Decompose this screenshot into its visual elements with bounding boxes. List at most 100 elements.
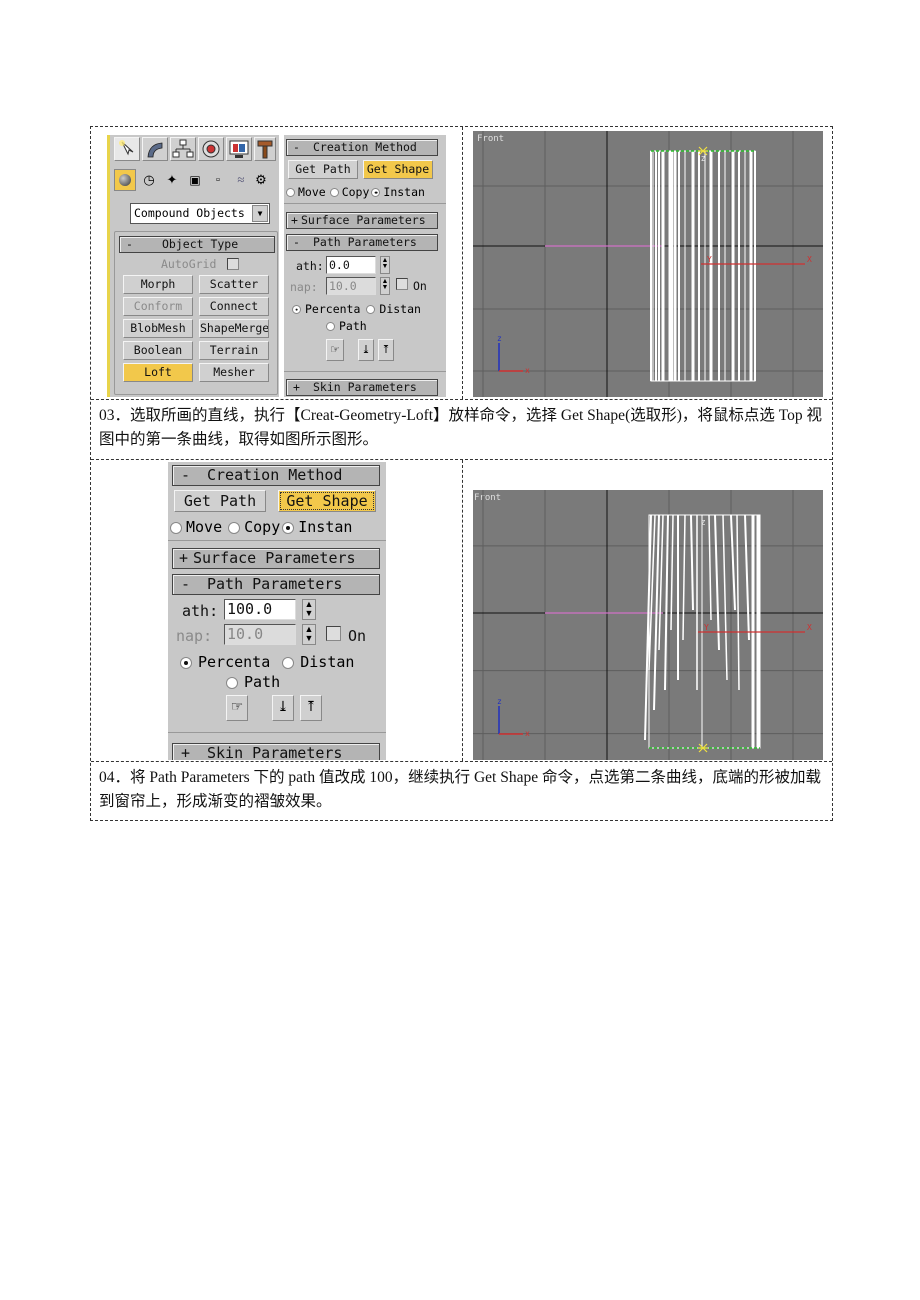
copy-label: Copy <box>341 185 370 199</box>
curtain-strand <box>730 514 736 611</box>
pick-shape-button[interactable]: ☞ <box>226 695 248 721</box>
object-type-button-loft[interactable]: Loft <box>123 363 193 382</box>
prev-shape-button[interactable]: ⤓ <box>272 695 294 721</box>
front-viewport[interactable]: Front YXzxZ <box>473 490 823 760</box>
snap-input[interactable]: 10.0 <box>224 624 296 645</box>
expand-toggle: + <box>179 549 189 567</box>
curtain-strand <box>708 514 712 621</box>
modify-tab[interactable] <box>142 137 168 161</box>
move-label: Move <box>298 185 326 199</box>
space-warps-icon[interactable]: ≈ <box>231 172 251 188</box>
path-steps-radio[interactable] <box>226 676 238 689</box>
snap-spinner[interactable]: ▲ ▼ <box>380 277 390 295</box>
percentage-label: Percenta <box>305 302 361 316</box>
local-y-label: Y <box>704 623 709 632</box>
snap-on-checkbox[interactable] <box>326 626 341 641</box>
utilities-tab[interactable] <box>254 137 276 161</box>
loft-panel: - Creation Method Get Path Get Shape Mov… <box>168 462 386 760</box>
percentage-radio[interactable] <box>292 305 301 314</box>
divider <box>284 203 446 204</box>
object-type-button-morph[interactable]: Morph <box>123 275 193 294</box>
creation-method-rollout-header[interactable]: - Creation Method <box>286 139 438 156</box>
creation-method-rollout-header[interactable]: - Creation Method <box>172 465 380 486</box>
chevron-down-icon[interactable]: ▼ <box>252 205 268 222</box>
path-input[interactable]: 0.0 <box>326 256 376 274</box>
rollout-title: Skin Parameters <box>313 380 417 394</box>
copy-radio[interactable] <box>329 188 339 197</box>
next-shape-button[interactable]: ⤒ <box>300 695 322 721</box>
move-radio[interactable] <box>286 188 295 197</box>
front-viewport[interactable]: Front YXzxZ <box>473 131 823 397</box>
percentage-radio[interactable] <box>180 656 192 669</box>
object-type-button-terrain[interactable]: Terrain <box>199 341 269 360</box>
prev-shape-button[interactable]: ⤓ <box>358 339 374 361</box>
instance-label: Instan <box>298 518 353 536</box>
snap-on-checkbox[interactable] <box>396 278 408 290</box>
create-icon <box>119 140 134 156</box>
path-steps-radio-row: Path <box>326 319 367 333</box>
rollout-title: Creation Method <box>313 140 417 154</box>
path-parameters-rollout-header[interactable]: - Path Parameters <box>286 234 438 251</box>
get-path-button[interactable]: Get Path <box>288 160 358 179</box>
instance-radio[interactable] <box>282 521 295 534</box>
step-03-caption: 03．选取所画的直线，执行【Creat-Geometry-Loft】放样命令，选… <box>99 407 823 448</box>
prev-shape-icon: ⤓ <box>277 700 289 715</box>
prev-shape-icon: ⤓ <box>361 344 371 356</box>
motion-tab[interactable] <box>198 137 224 161</box>
systems-icon[interactable]: ⚙ <box>254 172 268 188</box>
get-path-button[interactable]: Get Path <box>174 490 266 512</box>
pick-shape-button[interactable]: ☞ <box>326 339 344 361</box>
snap-input[interactable]: 10.0 <box>326 277 376 295</box>
instance-radio[interactable] <box>371 188 381 197</box>
get-shape-button[interactable]: Get Shape <box>278 490 376 512</box>
shapes-icon[interactable]: ◷ <box>139 172 159 188</box>
create-tab[interactable] <box>114 137 140 161</box>
skin-parameters-rollout-header[interactable]: + Skin Parameters <box>172 743 380 760</box>
collapse-toggle: - <box>181 575 191 593</box>
snap-on-label: On <box>348 627 367 645</box>
display-tab[interactable] <box>226 137 252 161</box>
copy-radio[interactable] <box>228 521 241 534</box>
rollout-title: Skin Parameters <box>207 744 343 760</box>
next-shape-button[interactable]: ⤒ <box>378 339 394 361</box>
document-table: ◷ ✦ ▣ ▫ ≈ ⚙ Compound Objects ▼ - Object … <box>90 126 833 821</box>
surface-parameters-rollout-header[interactable]: + Surface Parameters <box>172 548 380 569</box>
category-dropdown[interactable]: Compound Objects ▼ <box>130 203 270 224</box>
path-unit-radio-group: Percenta Distan <box>180 653 354 671</box>
move-label: Move <box>186 518 223 536</box>
distance-radio[interactable] <box>366 305 376 314</box>
path-spinner[interactable]: ▲ ▼ <box>380 256 390 274</box>
autogrid-label: AutoGrid <box>161 257 217 271</box>
object-type-button-mesher[interactable]: Mesher <box>199 363 269 382</box>
path-spinner[interactable]: ▲ ▼ <box>302 599 316 620</box>
object-type-button-blobmesh[interactable]: BlobMesh <box>123 319 193 338</box>
helpers-icon[interactable]: ▫ <box>208 174 228 186</box>
rollout-title: Surface Parameters <box>301 213 426 227</box>
cameras-icon[interactable]: ▣ <box>185 173 205 188</box>
object-type-rollout-header[interactable]: - Object Type <box>119 236 275 253</box>
pivot-icon <box>698 146 708 156</box>
path-steps-label: Path <box>244 673 281 691</box>
surface-parameters-rollout-header[interactable]: + Surface Parameters <box>286 212 438 229</box>
object-type-button-conform[interactable]: Conform <box>123 297 193 316</box>
distance-radio[interactable] <box>282 656 295 669</box>
path-input[interactable]: 100.0 <box>224 599 296 620</box>
instance-radio-group: Move Copy Instan <box>170 518 352 536</box>
category-dropdown-value: Compound Objects <box>134 206 245 220</box>
move-radio[interactable] <box>170 521 182 534</box>
object-type-button-scatter[interactable]: Scatter <box>199 275 269 294</box>
geometry-category[interactable] <box>114 169 136 191</box>
path-steps-radio[interactable] <box>326 322 335 331</box>
autogrid-checkbox[interactable] <box>227 258 239 270</box>
object-type-button-boolean[interactable]: Boolean <box>123 341 193 360</box>
lights-icon[interactable]: ✦ <box>162 172 182 188</box>
object-type-button-connect[interactable]: Connect <box>199 297 269 316</box>
snap-spinner[interactable]: ▲ ▼ <box>302 624 316 645</box>
skin-parameters-rollout-header[interactable]: + Skin Parameters <box>286 379 438 396</box>
object-type-button-shapemerge[interactable]: ShapeMerge <box>199 319 269 338</box>
copy-label: Copy <box>244 518 281 536</box>
get-shape-button[interactable]: Get Shape <box>363 160 433 179</box>
utilities-icon <box>257 140 273 159</box>
hierarchy-tab[interactable] <box>170 137 196 161</box>
path-parameters-rollout-header[interactable]: - Path Parameters <box>172 574 380 595</box>
